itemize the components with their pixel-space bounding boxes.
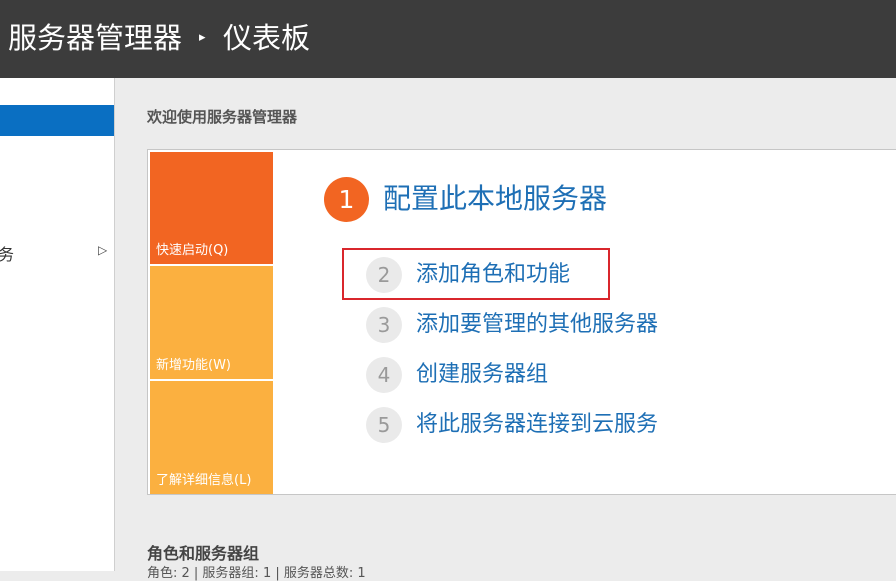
- tile-label: 快速启动(Q): [156, 243, 229, 258]
- breadcrumb-separator-icon: ▸: [199, 30, 206, 45]
- sidebar-item-dashboard[interactable]: [0, 105, 114, 136]
- step-1-number-badge: 1: [324, 177, 369, 222]
- app-title: 服务器管理器: [8, 21, 183, 55]
- add-other-servers-link[interactable]: 添加要管理的其他服务器: [416, 310, 658, 340]
- main-content: 欢迎使用服务器管理器 快速启动(Q) 新增功能(W) 了解详细信息(L) 1 配…: [116, 78, 896, 581]
- roles-groups-heading: 角色和服务器组: [147, 544, 260, 563]
- connect-cloud-services-link[interactable]: 将此服务器连接到云服务: [416, 410, 658, 440]
- welcome-panel: 快速启动(Q) 新增功能(W) 了解详细信息(L) 1 配置此本地服务器 2 添…: [147, 149, 896, 495]
- sidebar: 务 ▷: [0, 78, 115, 571]
- add-roles-features-link[interactable]: 添加角色和功能: [416, 260, 570, 290]
- welcome-heading: 欢迎使用服务器管理器: [147, 108, 298, 126]
- tile-quick-start[interactable]: 快速启动(Q): [150, 152, 273, 264]
- roles-groups-summary: 角色: 2 | 服务器组: 1 | 服务器总数: 1: [147, 566, 366, 581]
- configure-local-server-link[interactable]: 配置此本地服务器: [383, 179, 607, 219]
- sidebar-item-label: 务: [0, 245, 15, 264]
- tile-whats-new[interactable]: 新增功能(W): [150, 266, 273, 379]
- tile-learn-more[interactable]: 了解详细信息(L): [150, 381, 273, 494]
- step-number-badge: 3: [366, 307, 402, 343]
- step-number-badge: 2: [366, 257, 402, 293]
- create-server-group-link[interactable]: 创建服务器组: [416, 360, 548, 390]
- sidebar-item-services[interactable]: 务 ▷: [0, 233, 114, 269]
- tile-label: 了解详细信息(L): [156, 473, 252, 488]
- tile-label: 新增功能(W): [156, 358, 231, 373]
- step-number-badge: 4: [366, 357, 402, 393]
- step-number-badge: 5: [366, 407, 402, 443]
- chevron-right-icon[interactable]: ▷: [98, 243, 107, 257]
- page-title[interactable]: 仪表板: [223, 18, 310, 58]
- title-bar: 服务器管理器 ▸ 仪表板: [0, 0, 896, 78]
